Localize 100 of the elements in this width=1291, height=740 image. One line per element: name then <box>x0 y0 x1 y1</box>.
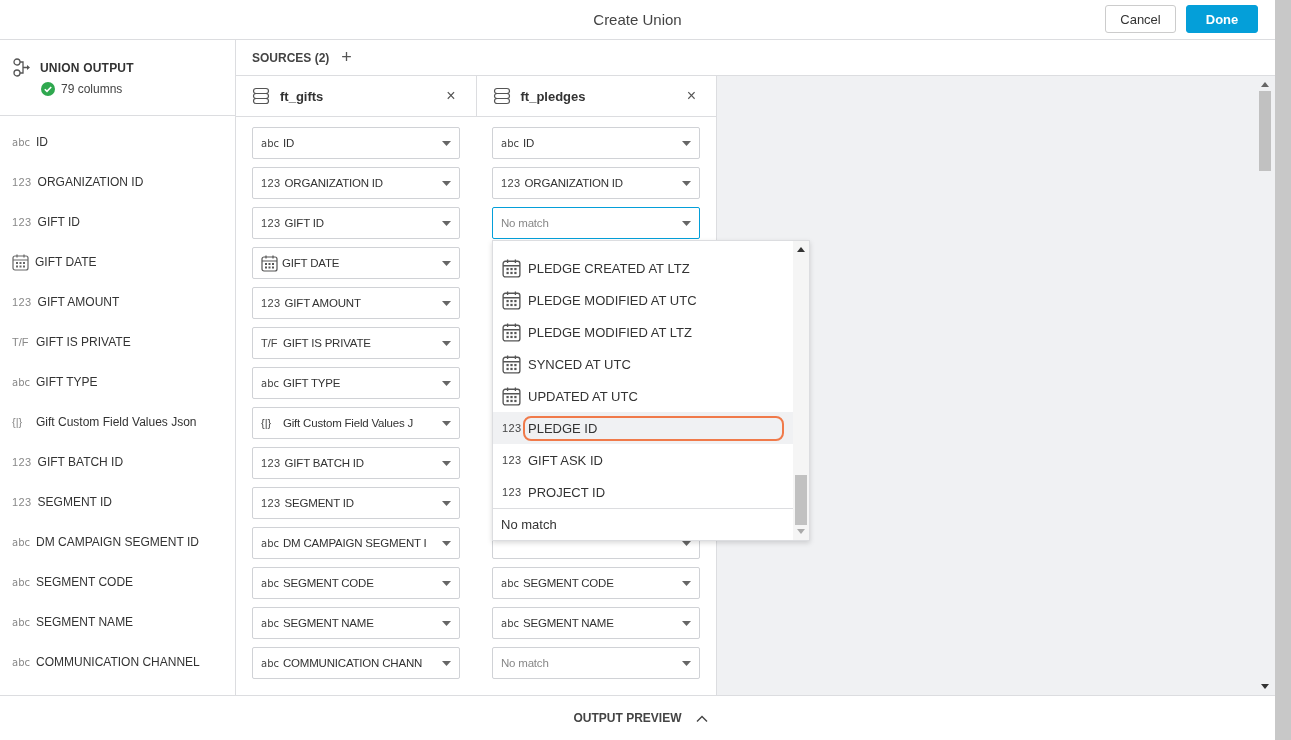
caret-icon <box>442 500 451 506</box>
caret-icon <box>442 460 451 466</box>
calendar-icon <box>502 386 521 406</box>
column-name: GIFT BATCH ID <box>37 455 124 469</box>
caret-icon <box>442 220 451 226</box>
type-label: abc <box>12 656 30 668</box>
check-icon <box>41 82 55 96</box>
caret-icon <box>442 420 451 426</box>
column-select[interactable]: 123 GIFT ID <box>252 207 460 239</box>
column-select[interactable]: 123 SEGMENT ID <box>252 487 460 519</box>
column-name: SEGMENT CODE <box>36 575 134 589</box>
column-select[interactable]: 123 ORGANIZATION ID <box>252 167 460 199</box>
column-select[interactable]: abc SEGMENT CODE <box>252 567 460 599</box>
caret-icon <box>682 140 691 146</box>
window-title: Create Union <box>593 11 682 28</box>
column-name: SEGMENT ID <box>37 495 113 509</box>
type-label: abc <box>12 536 30 548</box>
source-name: ft_gifts <box>280 88 325 104</box>
column-select[interactable]: abc ID <box>252 127 460 159</box>
column-name: SEGMENT NAME <box>36 615 134 629</box>
column-name: GIFT AMOUNT <box>37 295 120 309</box>
caret-icon <box>682 620 691 626</box>
type-label: 123 <box>12 456 32 468</box>
type-label: abc <box>12 616 30 628</box>
caret-icon <box>682 220 691 226</box>
caret-icon <box>442 580 451 586</box>
sources-label: SOURCES (2) <box>252 50 330 65</box>
column-name: DM CAMPAIGN SEGMENT ID <box>36 535 199 549</box>
caret-icon <box>442 340 451 346</box>
type-label: abc <box>12 576 30 588</box>
panel-title: UNION OUTPUT <box>40 61 134 75</box>
scrollbar[interactable] <box>793 241 809 540</box>
column-name: GIFT IS PRIVATE <box>36 335 131 349</box>
output-preview-button[interactable]: OUTPUT PREVIEW <box>567 710 688 726</box>
calendar-icon <box>502 354 521 374</box>
column-select[interactable]: abc SEGMENT CODE <box>492 567 700 599</box>
caret-icon <box>442 260 451 266</box>
calendar-icon <box>502 258 521 278</box>
caret-icon <box>442 140 451 146</box>
scrollbar[interactable] <box>1275 0 1291 740</box>
dropdown-option[interactable]: PLEDGE MODIFIED AT UTC <box>493 284 793 316</box>
add-source-button[interactable]: + <box>337 47 356 68</box>
caret-icon <box>442 660 451 666</box>
column-select[interactable]: 123 ORGANIZATION ID <box>492 167 700 199</box>
column-select[interactable]: abc ID <box>492 127 700 159</box>
chevron-up-icon <box>695 714 708 722</box>
column-name: ID <box>36 135 48 149</box>
scrollbar-thumb[interactable] <box>795 475 807 525</box>
dropdown-option[interactable]: 123 PROJECT ID <box>493 476 793 508</box>
database-icon <box>252 87 270 105</box>
union-icon <box>12 58 32 78</box>
column-select[interactable]: abc GIFT TYPE <box>252 367 460 399</box>
caret-icon <box>442 380 451 386</box>
type-label: 123 <box>12 216 32 228</box>
dropdown-option[interactable]: 123 GIFT ASK ID <box>493 444 793 476</box>
source-name: ft_pledges <box>520 88 587 104</box>
caret-icon <box>682 180 691 186</box>
column-name: GIFT TYPE <box>36 375 98 389</box>
dropdown-option[interactable]: No match <box>493 509 793 540</box>
column-name: ORGANIZATION ID <box>37 175 144 189</box>
column-name: GIFT ID <box>37 215 80 229</box>
scroll-down-icon[interactable] <box>1261 684 1269 689</box>
column-select[interactable]: {|} Gift Custom Field Values J <box>252 407 460 439</box>
column-select[interactable]: abc COMMUNICATION CHANN <box>252 647 460 679</box>
column-select[interactable]: abc DM CAMPAIGN SEGMENT I <box>252 527 460 559</box>
scroll-up-icon[interactable] <box>1261 82 1269 87</box>
column-select[interactable]: No match <box>492 207 700 239</box>
column-select[interactable]: T/F GIFT IS PRIVATE <box>252 327 460 359</box>
database-icon <box>492 87 511 105</box>
column-select[interactable]: 123 GIFT AMOUNT <box>252 287 460 319</box>
type-label: T/F <box>12 336 30 348</box>
column-name: GIFT DATE <box>35 255 97 269</box>
caret-icon <box>682 660 691 666</box>
dropdown-option[interactable]: SYNCED AT UTC <box>493 348 793 380</box>
dropdown-option[interactable]: PLEDGE MODIFIED AT LTZ <box>493 316 793 348</box>
scrollbar-thumb[interactable] <box>1259 91 1271 171</box>
column-select[interactable]: GIFT DATE <box>252 247 460 279</box>
caret-icon <box>442 540 451 546</box>
type-label: 123 <box>12 296 32 308</box>
cancel-button[interactable]: Cancel <box>1105 5 1176 33</box>
dropdown-option[interactable]: UPDATED AT UTC <box>493 380 793 412</box>
close-button[interactable]: × <box>442 87 460 105</box>
column-select[interactable]: No match <box>492 647 700 679</box>
type-label: 123 <box>12 496 32 508</box>
column-select[interactable]: abc SEGMENT NAME <box>252 607 460 639</box>
column-select[interactable]: 123 GIFT BATCH ID <box>252 447 460 479</box>
type-label: {|} <box>12 416 24 428</box>
scroll-up-icon[interactable] <box>797 247 805 252</box>
caret-icon <box>442 300 451 306</box>
type-label: abc <box>12 136 30 148</box>
type-label: abc <box>12 376 30 388</box>
close-button[interactable]: × <box>682 87 700 105</box>
calendar-icon <box>261 254 278 272</box>
caret-icon <box>442 180 451 186</box>
dropdown-option[interactable]: 123 PLEDGE ID <box>493 412 793 444</box>
dropdown-option[interactable]: PLEDGE CREATED AT LTZ <box>493 252 793 284</box>
column-name: Gift Custom Field Values Json <box>36 415 197 429</box>
type-label: 123 <box>12 176 32 188</box>
caret-icon <box>682 580 691 586</box>
column-select[interactable]: abc SEGMENT NAME <box>492 607 700 639</box>
